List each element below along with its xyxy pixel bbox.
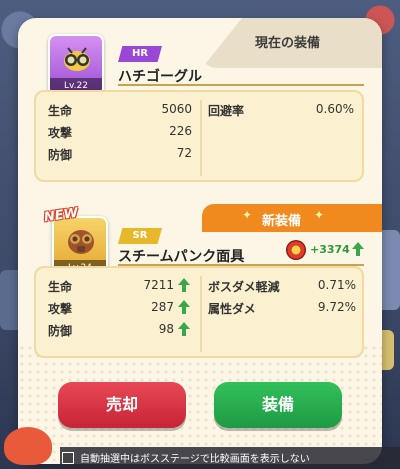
stat-label: 生命 [48, 104, 73, 118]
power-change: +3374 [310, 243, 350, 256]
bee-goggles-icon [64, 47, 90, 71]
arrow-up-icon [178, 322, 190, 336]
auto-compare-label: 自動抽選中はボスステージで比較画面を表示しない [80, 454, 310, 465]
current-equip-tab: 現在の装備 [202, 18, 382, 68]
stat-label: 属性ダメ [208, 302, 256, 316]
current-item-icon[interactable]: Lv.22 [48, 34, 104, 96]
stat-value: 226 [169, 124, 192, 138]
sell-button[interactable]: 売却 [58, 382, 186, 428]
stat-value: 7211 [143, 278, 174, 292]
arrow-up-icon [352, 242, 364, 256]
stat-value: 287 [151, 300, 174, 314]
stat-value: 98 [158, 322, 174, 336]
sparkle-icon: ✦ [242, 208, 253, 222]
stat-label: 攻撃 [48, 126, 73, 140]
equipment-compare-panel: 現在の装備 Lv.22 HR ハチゴーグル 生命 5060 攻撃 226 防御 … [18, 18, 382, 464]
stat-label: 防御 [48, 324, 73, 338]
stat-value: 0.60% [315, 102, 354, 116]
equip-button[interactable]: 装備 [214, 382, 342, 428]
new-rarity-badge: SR [118, 228, 162, 244]
auto-compare-checkbox[interactable] [62, 452, 74, 464]
stat-label: 生命 [48, 280, 73, 294]
stat-label: 攻撃 [48, 302, 73, 316]
new-equip-label: 新装備 [262, 214, 302, 229]
current-rarity-badge: HR [118, 46, 162, 62]
mascot-icon [4, 427, 52, 465]
stat-value: 5060 [161, 102, 192, 116]
stat-value: 9.72% [317, 300, 356, 314]
stat-label: ボスダメ軽減 [208, 280, 280, 294]
power-icon [286, 240, 306, 260]
current-equip-label: 現在の装備 [254, 36, 320, 51]
current-item-name: ハチゴーグル [118, 69, 202, 85]
new-stats-box: 生命 7211 攻撃 287 防御 98 ボスダメ軽減 0.71% 属性ダメ 9… [34, 266, 364, 358]
sparkle-icon: ✦ [314, 208, 325, 222]
stat-label: 回避率 [208, 104, 245, 118]
new-item-name: スチームパンク面具 [118, 249, 245, 265]
steampunk-mask-icon [68, 230, 94, 254]
stat-value: 0.71% [317, 278, 356, 292]
current-stats-box: 生命 5060 攻撃 226 防御 72 回避率 0.60% [34, 90, 364, 182]
arrow-up-icon [178, 300, 190, 314]
new-equip-tab: ✦ 新装備 ✦ [202, 204, 382, 232]
stat-value: 72 [176, 146, 192, 160]
stat-label: 防御 [48, 148, 73, 162]
arrow-up-icon [178, 278, 190, 292]
